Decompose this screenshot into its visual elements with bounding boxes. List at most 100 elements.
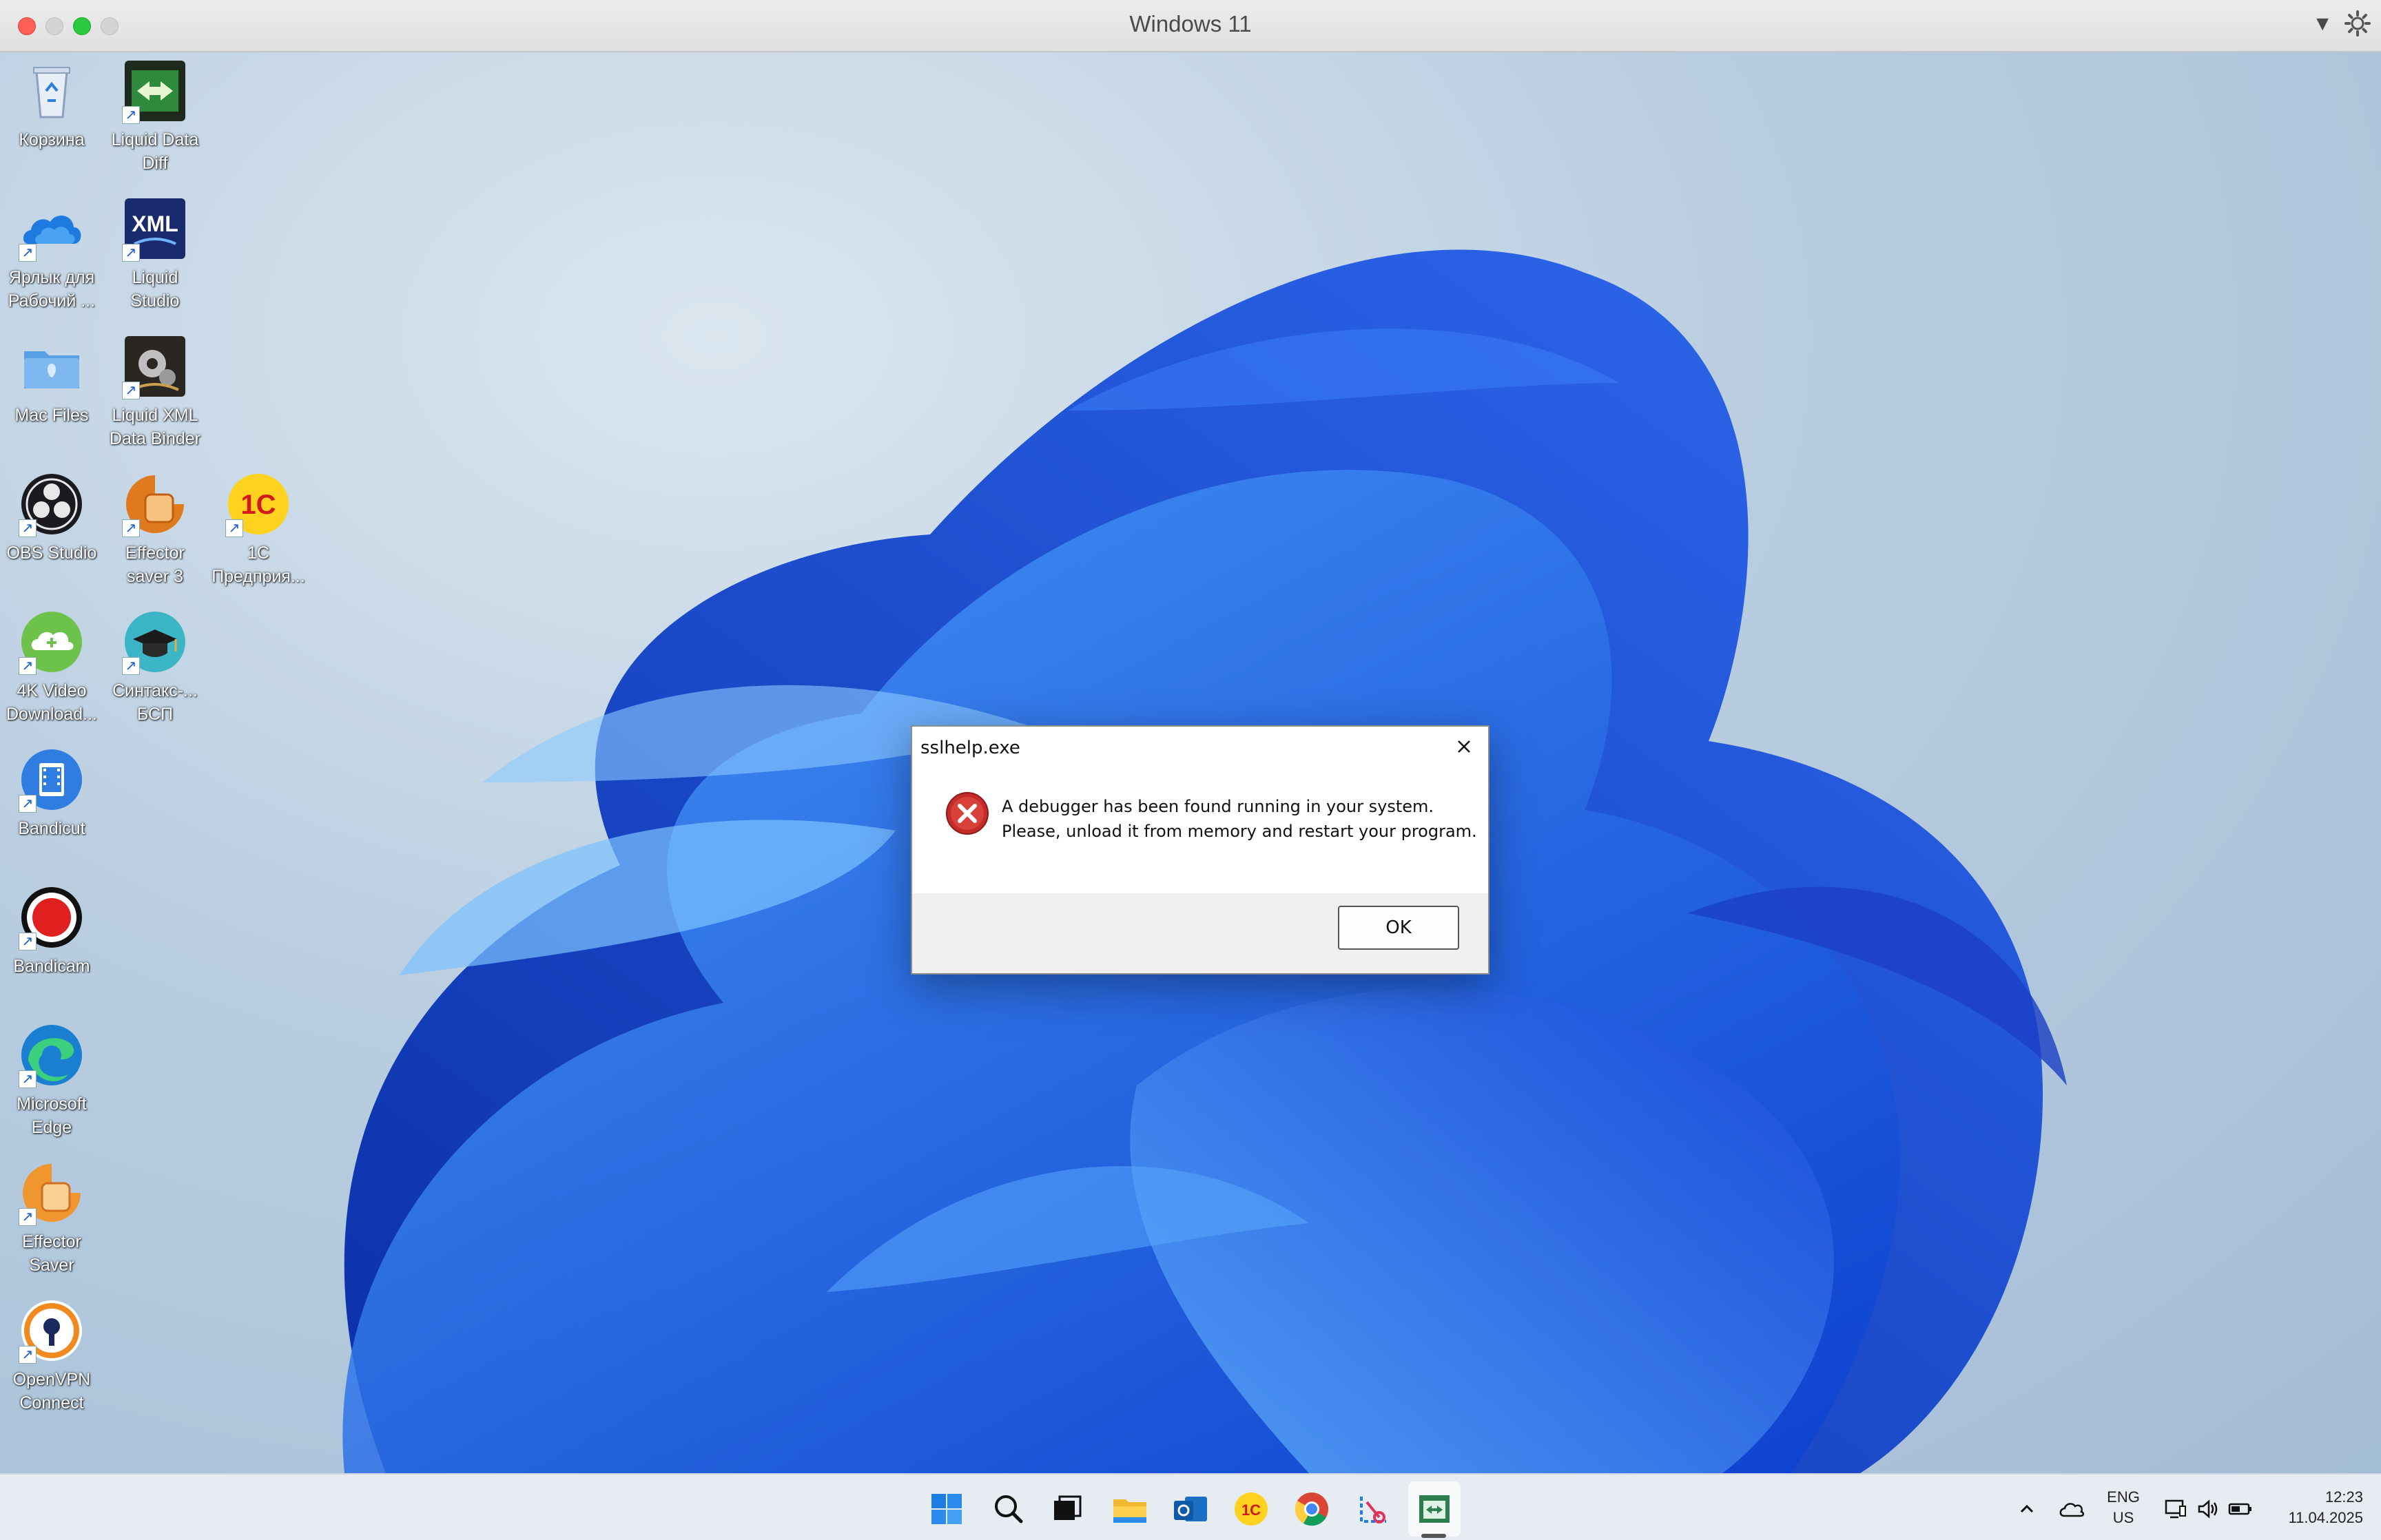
- active-app-button[interactable]: [1412, 1487, 1456, 1531]
- desktop[interactable]: Корзина ↗ Liquid Data Diff ↗ Ярлык для Р…: [0, 52, 2381, 1473]
- icon-label: Liquid Studio: [130, 268, 180, 311]
- task-view-icon: [1054, 1495, 1082, 1520]
- shortcut-arrow-icon: ↗: [225, 519, 243, 537]
- dialog-titlebar[interactable]: sslhelp.exe: [912, 727, 1488, 767]
- error-icon: [946, 792, 989, 835]
- outlook-button[interactable]: [1168, 1487, 1213, 1531]
- volume-icon[interactable]: [2195, 1497, 2220, 1521]
- bandicut-icon: ↗: [19, 747, 85, 813]
- network-icon[interactable]: [2163, 1497, 2188, 1521]
- dialog-title: sslhelp.exe: [920, 738, 1020, 758]
- window-title: Windows 11: [1129, 11, 1252, 37]
- icon-label: Bandicut: [18, 819, 85, 838]
- bandicam-icon: ↗: [19, 884, 85, 950]
- openvpn-icon: ↗: [19, 1298, 85, 1364]
- icon-label: Liquid XML Data Binder: [109, 406, 201, 448]
- active-app-indicator: [1421, 1534, 1446, 1538]
- desktop-icon-effector-saver-3[interactable]: ↗ Effector saver 3: [103, 471, 207, 588]
- icon-label: Bandicam: [13, 957, 90, 976]
- icon-label: Effector saver 3: [125, 543, 185, 586]
- taskbar-search-button[interactable]: [987, 1487, 1031, 1531]
- dialog-message-line2: Please, unload it from memory and restar…: [1002, 822, 1477, 841]
- 1c-taskbar-button[interactable]: 1C: [1229, 1487, 1273, 1531]
- edge-icon: ↗: [19, 1022, 85, 1088]
- lang-line2: US: [2112, 1509, 2134, 1526]
- vm-window-titlebar: Windows 11 ▼: [0, 0, 2381, 52]
- desktop-icon-effector-saver[interactable]: ↗ Effector Saver: [0, 1160, 103, 1277]
- onedrive-icon: ↗: [19, 196, 85, 262]
- dialog-message-line1: A debugger has been found running in you…: [1002, 797, 1434, 816]
- ok-button[interactable]: OK: [1338, 906, 1459, 950]
- liquid-data-diff-icon: ↗: [122, 58, 188, 124]
- chrome-icon: [1295, 1492, 1328, 1526]
- shortcut-arrow-icon: ↗: [122, 106, 140, 124]
- icon-label: Effector Saver: [22, 1232, 81, 1275]
- search-icon: [995, 1495, 1023, 1523]
- 4k-video-downloader-icon: ↗: [19, 609, 85, 675]
- liquid-studio-xml-icon: XML ↗: [122, 196, 188, 262]
- icon-label: OBS Studio: [6, 543, 97, 563]
- icon-label: 4K Video Download...: [6, 681, 98, 724]
- shortcut-arrow-icon: ↗: [19, 795, 37, 813]
- file-explorer-button[interactable]: [1108, 1487, 1152, 1531]
- desktop-icon-bandicut[interactable]: ↗ Bandicut: [0, 747, 103, 840]
- desktop-icon-onedrive-shortcut[interactable]: ↗ Ярлык для Рабочий ...: [0, 196, 103, 313]
- input-language-indicator[interactable]: ENG US: [2103, 1487, 2144, 1528]
- icon-label: 1C Предприя...: [212, 543, 305, 586]
- file-explorer-icon: [1113, 1499, 1146, 1523]
- dialog-close-button[interactable]: [1440, 727, 1488, 767]
- shortcut-arrow-icon: ↗: [19, 1346, 37, 1364]
- close-icon: [1458, 740, 1470, 753]
- battery-icon[interactable]: [2227, 1497, 2254, 1521]
- icon-label: Mac Files: [14, 406, 89, 425]
- desktop-icon-liquid-data-diff[interactable]: ↗ Liquid Data Diff: [103, 58, 207, 175]
- task-view-button[interactable]: [1044, 1487, 1089, 1531]
- chevron-down-icon[interactable]: ▼: [2312, 12, 2333, 36]
- icon-label: Microsoft Edge: [17, 1094, 87, 1137]
- liquid-xml-data-binder-icon: ↗: [122, 333, 188, 399]
- svg-text:1C: 1C: [240, 490, 276, 520]
- taskbar: 1C ENG US 12:23 11.04.2025: [0, 1473, 2381, 1540]
- clock-time: 12:23: [2325, 1488, 2363, 1506]
- error-dialog: sslhelp.exe A debugger has been found ru…: [911, 725, 1490, 975]
- effector-saver-icon: ↗: [19, 1160, 85, 1226]
- dialog-message: A debugger has been found running in you…: [1002, 794, 1477, 844]
- snipping-tool-icon: [1360, 1497, 1386, 1523]
- icon-label: Liquid Data Diff: [111, 130, 199, 173]
- desktop-icon-syntax-bsp[interactable]: ↗ Синтакс-... БСП: [103, 609, 207, 726]
- desktop-icon-liquid-xml-data-binder[interactable]: ↗ Liquid XML Data Binder: [103, 333, 207, 450]
- shortcut-arrow-icon: ↗: [19, 519, 37, 537]
- 1c-icon: 1C: [1235, 1492, 1268, 1526]
- shortcut-arrow-icon: ↗: [122, 657, 140, 675]
- chrome-button[interactable]: [1290, 1487, 1334, 1531]
- shortcut-arrow-icon: ↗: [19, 933, 37, 950]
- show-hidden-icons-chevron-up-icon[interactable]: [2016, 1498, 2038, 1520]
- desktop-icon-openvpn-connect[interactable]: ↗ OpenVPN Connect: [0, 1298, 103, 1415]
- desktop-icon-4k-video-downloader[interactable]: ↗ 4K Video Download...: [0, 609, 103, 726]
- desktop-icon-recycle-bin[interactable]: Корзина: [0, 58, 103, 152]
- shortcut-arrow-icon: ↗: [122, 382, 140, 399]
- start-icon: [931, 1494, 962, 1524]
- effector-saver-3-icon: ↗: [122, 471, 188, 537]
- desktop-icon-bandicam[interactable]: ↗ Bandicam: [0, 884, 103, 978]
- dialog-footer: OK: [912, 893, 1488, 973]
- desktop-icon-liquid-studio[interactable]: XML ↗ Liquid Studio: [103, 196, 207, 313]
- gear-icon[interactable]: [2344, 10, 2371, 37]
- clock-date: 11.04.2025: [2288, 1509, 2363, 1526]
- snipping-tool-button[interactable]: [1352, 1487, 1396, 1531]
- onedrive-tray-icon[interactable]: [2057, 1497, 2085, 1521]
- start-button[interactable]: [925, 1487, 969, 1531]
- desktop-icon-microsoft-edge[interactable]: ↗ Microsoft Edge: [0, 1022, 103, 1139]
- shortcut-arrow-icon: ↗: [19, 1070, 37, 1088]
- desktop-icon-1c-enterprise[interactable]: 1C ↗ 1C Предприя...: [207, 471, 310, 588]
- taskbar-clock[interactable]: 12:23 11.04.2025: [2260, 1487, 2363, 1528]
- icon-label: OpenVPN Connect: [12, 1370, 91, 1413]
- desktop-icon-mac-files[interactable]: Mac Files: [0, 333, 103, 427]
- shortcut-arrow-icon: ↗: [19, 1208, 37, 1226]
- icon-label: Ярлык для Рабочий ...: [8, 268, 96, 311]
- obs-studio-icon: ↗: [19, 471, 85, 537]
- icon-label: Корзина: [19, 130, 85, 149]
- 1c-enterprise-icon: 1C ↗: [225, 471, 291, 537]
- mac-folder-icon: [19, 333, 85, 399]
- desktop-icon-obs-studio[interactable]: ↗ OBS Studio: [0, 471, 103, 565]
